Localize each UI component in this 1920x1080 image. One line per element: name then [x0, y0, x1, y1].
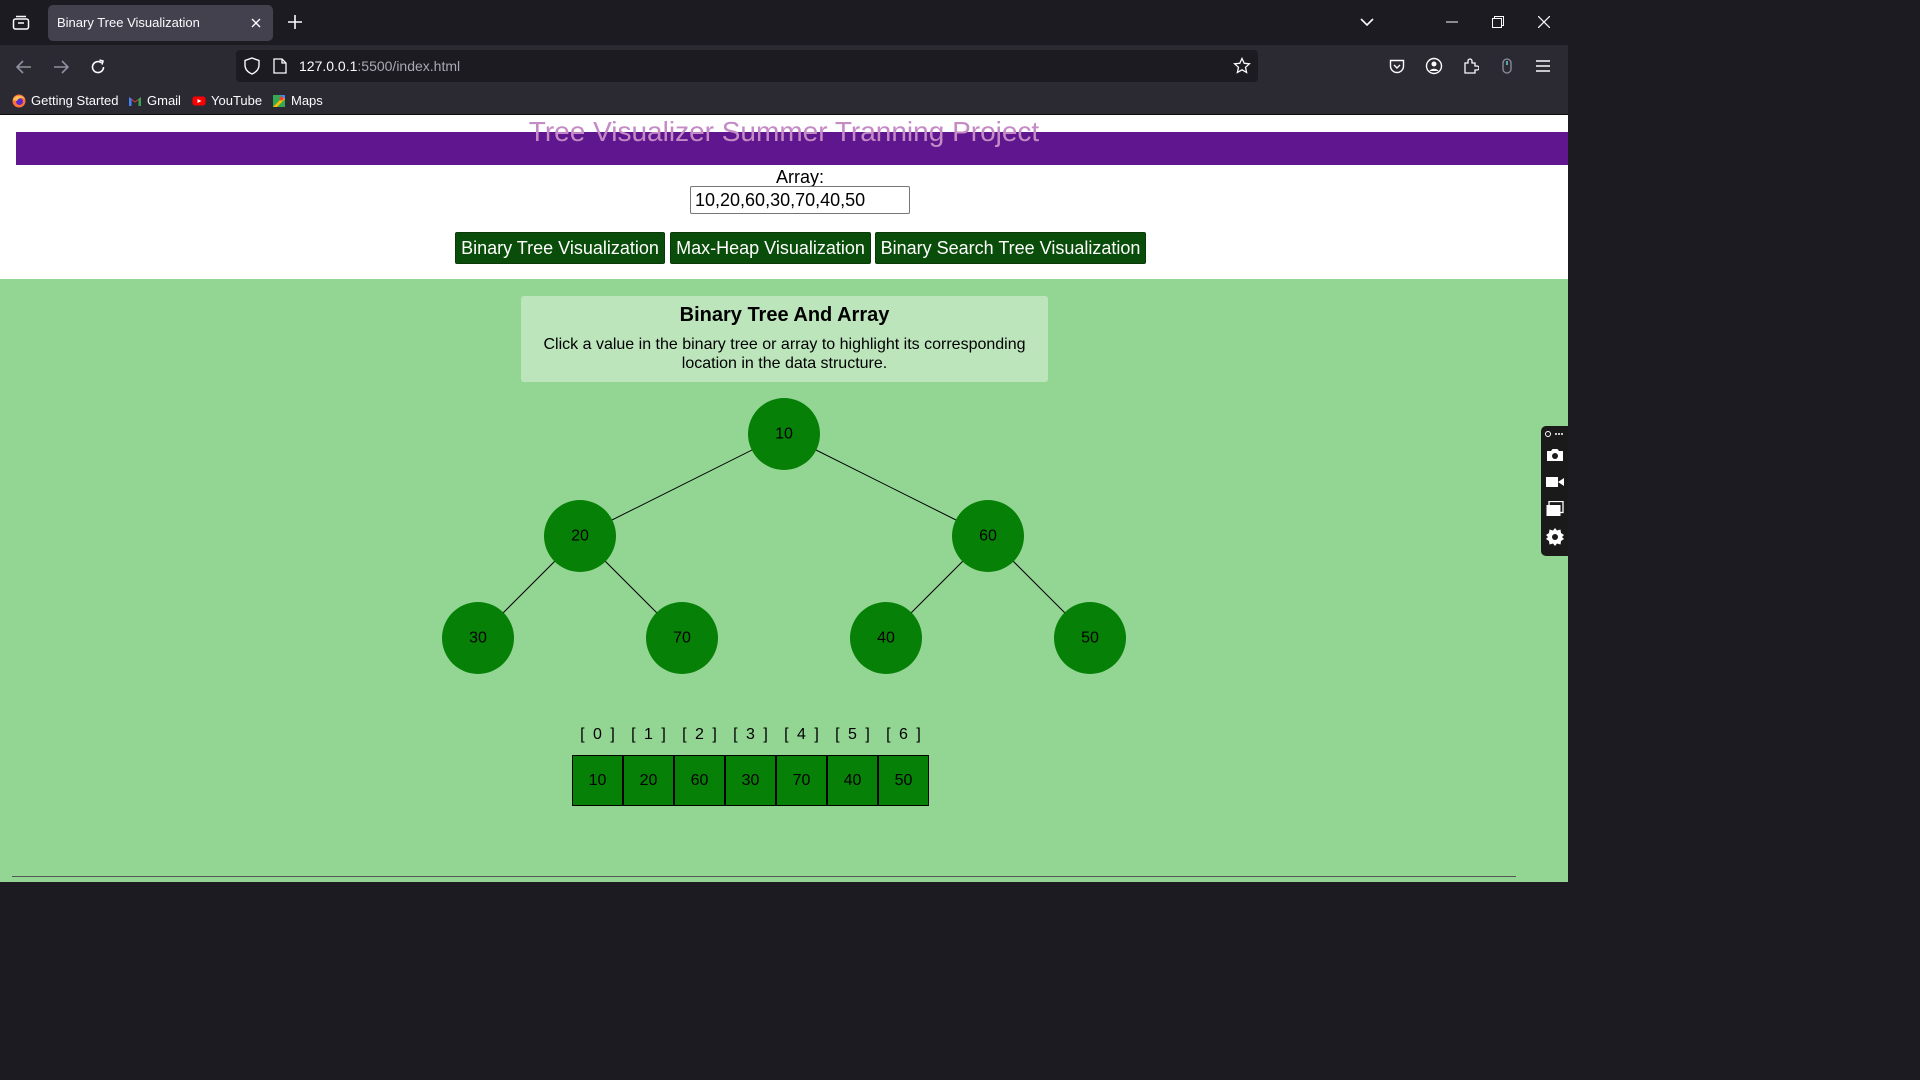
youtube-icon — [192, 96, 206, 105]
new-tab-icon[interactable] — [283, 10, 307, 34]
bookmark-star-icon[interactable] — [1232, 56, 1252, 76]
array-label: Array: — [775, 167, 824, 187]
array-cell[interactable]: 30 — [725, 755, 776, 806]
array-cell[interactable]: 10 — [572, 755, 623, 806]
tree-node-value: 10 — [775, 426, 793, 443]
url-host: 127.0.0.1 — [299, 58, 358, 74]
screen-capture-toolbar — [1541, 426, 1568, 556]
array-index: [ 6 ] — [886, 726, 923, 743]
tree-node[interactable]: 60 — [952, 500, 1024, 572]
minimize-icon[interactable] — [1438, 8, 1466, 36]
array-index: [ 1 ] — [631, 726, 668, 743]
tree-node[interactable]: 50 — [1054, 602, 1126, 674]
url-bar[interactable]: 127.0.0.1:5500/index.html — [236, 50, 1258, 82]
firefox-icon — [12, 94, 26, 107]
array-index: [ 4 ] — [784, 726, 821, 743]
tab-title: Binary Tree Visualization — [57, 15, 200, 30]
tree-node-value: 70 — [673, 630, 691, 647]
array-input[interactable] — [690, 186, 910, 214]
tree-node[interactable]: 10 — [748, 398, 820, 470]
close-tab-icon[interactable] — [247, 14, 265, 32]
max-heap-button[interactable]: Max-Heap Visualization — [670, 232, 871, 264]
divider — [12, 876, 1516, 877]
bookmark-maps[interactable]: Maps — [272, 93, 323, 108]
menu-icon[interactable] — [1530, 53, 1556, 79]
array-index: [ 3 ] — [733, 726, 770, 743]
array-index: [ 0 ] — [580, 726, 617, 743]
bookmark-label: Maps — [291, 93, 323, 108]
navigation-bar: 127.0.0.1:5500/index.html — [0, 45, 1568, 87]
page-title: Tree Visualizer Summer Tranning Project — [528, 116, 1040, 147]
shield-icon[interactable] — [242, 56, 262, 76]
maps-icon — [273, 94, 285, 107]
bookmark-getting-started[interactable]: Getting Started — [12, 93, 118, 108]
bst-button[interactable]: Binary Search Tree Visualization — [875, 232, 1146, 264]
list-all-tabs-icon[interactable] — [1353, 8, 1381, 36]
bookmark-gmail[interactable]: Gmail — [128, 93, 181, 108]
url-text[interactable]: 127.0.0.1:5500/index.html — [299, 58, 460, 74]
array-cell[interactable]: 50 — [878, 755, 929, 806]
account-icon[interactable] — [1421, 53, 1447, 79]
array-cell[interactable]: 20 — [623, 755, 674, 806]
tree-node-value: 30 — [469, 630, 487, 647]
bookmark-label: Gmail — [147, 93, 181, 108]
visualization-area: Binary Tree And Array Click a value in t… — [0, 279, 1568, 882]
tree-node-value: 20 — [571, 528, 589, 545]
tree-node[interactable]: 30 — [442, 602, 514, 674]
array-cell[interactable]: 40 — [827, 755, 878, 806]
array-index: [ 5 ] — [835, 726, 872, 743]
bookmark-label: YouTube — [211, 93, 263, 108]
tree-node-value: 50 — [1081, 630, 1099, 647]
bookmarks-bar: Getting Started Gmail YouTube Maps — [0, 87, 1568, 115]
array-index: [ 2 ] — [682, 726, 719, 743]
reload-icon[interactable] — [84, 53, 112, 81]
video-icon[interactable] — [1545, 472, 1565, 492]
tab-list-icon[interactable] — [8, 10, 34, 36]
tree-node-value: 60 — [979, 528, 997, 545]
settings-gear-icon[interactable] — [1545, 527, 1565, 547]
bookmark-youtube[interactable]: YouTube — [192, 93, 262, 108]
tab-bar: Binary Tree Visualization — [0, 0, 1568, 45]
tree-node[interactable]: 40 — [850, 602, 922, 674]
window-capture-icon[interactable] — [1545, 499, 1565, 519]
bookmark-label: Getting Started — [31, 93, 119, 108]
tree-node[interactable]: 20 — [544, 500, 616, 572]
array-cell[interactable]: 60 — [674, 755, 725, 806]
close-window-icon[interactable] — [1530, 8, 1558, 36]
url-path: :5500/index.html — [357, 58, 461, 74]
mouse-extension-icon[interactable] — [1494, 53, 1520, 79]
active-tab[interactable]: Binary Tree Visualization — [48, 5, 273, 41]
tree-node[interactable]: 70 — [646, 602, 718, 674]
web-page: Tree Visualizer Summer Tranning Project … — [0, 115, 1568, 882]
page-icon[interactable] — [270, 56, 290, 76]
pocket-icon[interactable] — [1384, 53, 1410, 79]
tree-node-value: 40 — [877, 630, 895, 647]
gmail-icon — [129, 96, 141, 106]
forward-icon[interactable] — [47, 53, 75, 81]
restore-icon[interactable] — [1484, 8, 1512, 36]
back-icon[interactable] — [10, 53, 38, 81]
camera-icon[interactable] — [1545, 445, 1565, 465]
more-icon[interactable] — [1545, 428, 1565, 440]
array-cell[interactable]: 70 — [776, 755, 827, 806]
extensions-icon[interactable] — [1458, 53, 1484, 79]
binary-tree-button[interactable]: Binary Tree Visualization — [455, 232, 665, 264]
